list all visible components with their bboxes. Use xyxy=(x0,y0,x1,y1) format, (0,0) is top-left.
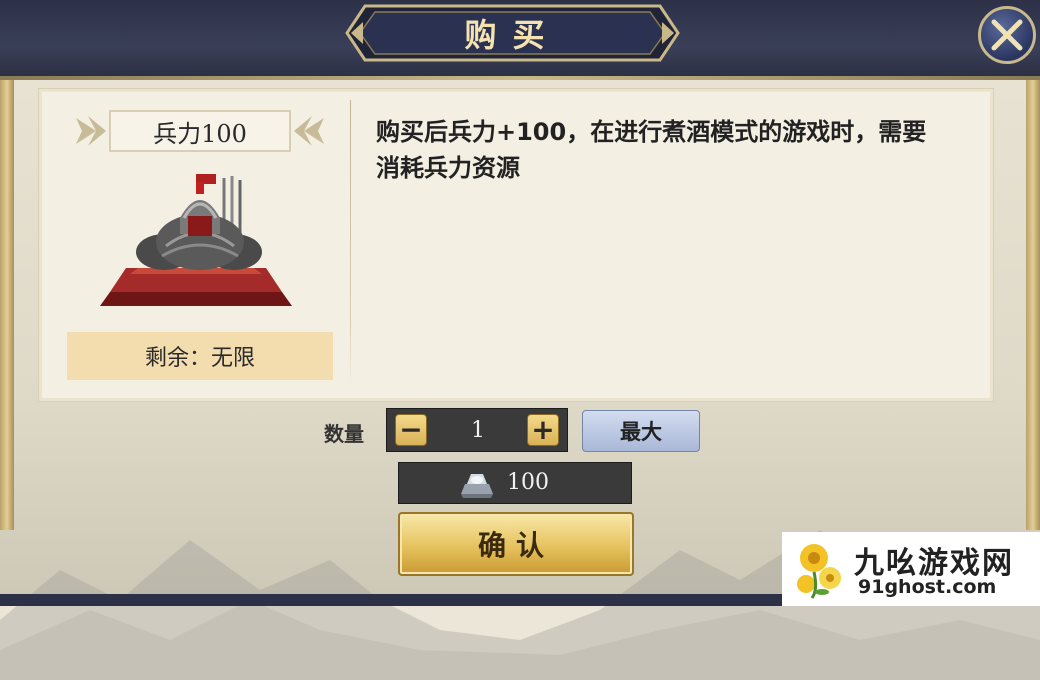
quantity-stepper: − 1 + xyxy=(386,408,568,452)
panel-divider xyxy=(350,100,351,384)
right-frame-border xyxy=(1026,80,1040,530)
close-x-icon xyxy=(991,19,1023,51)
title-plaque: 购买 xyxy=(345,2,680,64)
site-watermark: 九吆游戏网 91ghost.com xyxy=(782,532,1040,606)
confirm-button[interactable]: 确认 xyxy=(398,512,634,576)
cost-display: 100 xyxy=(398,462,632,504)
max-quantity-button[interactable]: 最大 xyxy=(582,410,700,452)
close-button[interactable] xyxy=(978,6,1036,64)
page-title: 购买 xyxy=(464,16,561,54)
watermark-url: 91ghost.com xyxy=(858,576,997,598)
item-name-plaque: 兵力100 xyxy=(66,108,334,154)
decrease-button[interactable]: − xyxy=(395,414,427,446)
increase-button[interactable]: + xyxy=(527,414,559,446)
quantity-label: 数量 xyxy=(324,422,364,446)
armored-soldier-icon xyxy=(100,174,292,306)
item-description: 购买后兵力+100，在进行煮酒模式的游戏时，需要消耗兵力资源 xyxy=(376,118,927,182)
cost-value: 100 xyxy=(507,470,549,495)
remaining-stock: 剩余：无限 xyxy=(67,332,333,380)
item-name: 兵力100 xyxy=(153,119,247,148)
quantity-value[interactable]: 1 xyxy=(431,409,525,451)
silver-ingot-icon xyxy=(461,474,493,498)
flower-logo-icon xyxy=(797,544,841,599)
left-frame-border xyxy=(0,80,14,530)
